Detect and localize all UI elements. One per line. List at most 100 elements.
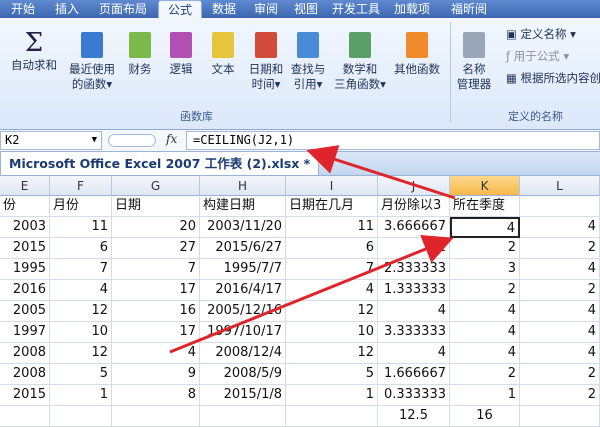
cell-G11[interactable] [112,406,200,427]
cell-I4[interactable]: 7 [286,259,378,280]
cell-K8[interactable]: 4 [450,343,520,364]
column-header-F[interactable]: F [50,176,112,196]
cell-I9[interactable]: 5 [286,364,378,385]
cell-E6[interactable]: 2005 [0,301,50,322]
cell-I11[interactable] [286,406,378,427]
insert-function-icon[interactable]: fx [166,132,177,146]
financial-button[interactable]: 财务 [122,18,158,77]
cell-G9[interactable]: 9 [112,364,200,385]
cell-L9[interactable]: 2 [520,364,600,385]
tab-8[interactable]: 加载项 [386,0,438,18]
cell-E10[interactable]: 2015 [0,385,50,406]
cell-H6[interactable]: 2005/12/16 [200,301,286,322]
cell-E7[interactable]: 1997 [0,322,50,343]
cell-F11[interactable] [50,406,112,427]
tab-4[interactable]: 数据 [202,0,246,18]
cell-L7[interactable]: 4 [520,322,600,343]
cell-L2[interactable]: 4 [520,217,600,238]
tab-5[interactable]: 审阅 [246,0,286,18]
cell-G1[interactable]: 日期 [112,196,200,217]
cell-E1[interactable]: 份 [0,196,50,217]
column-header-J[interactable]: J [378,176,450,196]
cell-F3[interactable]: 6 [50,238,112,259]
cell-H11[interactable] [200,406,286,427]
cell-J9[interactable]: 1.666667 [378,364,450,385]
datetime-button[interactable]: 日期和 时间▾ [246,18,286,92]
name-manager-button[interactable]: 名称 管理器 [452,18,496,92]
workbook-title[interactable]: Microsoft Office Excel 2007 工作表 (2).xlsx… [0,151,320,175]
cell-H4[interactable]: 1995/7/7 [200,259,286,280]
name-box[interactable]: K2 ▼ [0,131,102,150]
cell-L5[interactable]: 2 [520,280,600,301]
cell-L6[interactable]: 4 [520,301,600,322]
cell-I6[interactable]: 12 [286,301,378,322]
cell-I8[interactable]: 12 [286,343,378,364]
column-header-L[interactable]: L [520,176,600,196]
column-header-I[interactable]: I [286,176,378,196]
cell-J7[interactable]: 3.333333 [378,322,450,343]
cell-K7[interactable]: 4 [450,322,520,343]
cell-J5[interactable]: 1.333333 [378,280,450,301]
autosum-button[interactable]: Σ 自动求和 [8,18,60,73]
tab-9[interactable]: 福昕阅 [438,0,500,18]
cell-E3[interactable]: 2015 [0,238,50,259]
cell-I7[interactable]: 10 [286,322,378,343]
cell-L11[interactable] [520,406,600,427]
tab-1[interactable]: 插入 [46,0,88,18]
cell-E11[interactable] [0,406,50,427]
cell-K1[interactable]: 所在季度 [450,196,520,217]
cell-E4[interactable]: 1995 [0,259,50,280]
cell-G4[interactable]: 7 [112,259,200,280]
cell-E9[interactable]: 2008 [0,364,50,385]
cell-G7[interactable]: 17 [112,322,200,343]
cell-F9[interactable]: 5 [50,364,112,385]
column-header-E[interactable]: E [0,176,50,196]
cell-J3[interactable]: 2 [378,238,450,259]
column-header-K[interactable]: K [450,176,520,196]
use-in-formula-button[interactable]: ƒ 用于公式 ▾ [506,48,569,64]
cell-I2[interactable]: 11 [286,217,378,238]
formula-input[interactable]: =CEILING(J2,1) [186,131,600,150]
tab-3[interactable]: 公式 [158,0,202,18]
cell-F2[interactable]: 11 [50,217,112,238]
cell-E2[interactable]: 2003 [0,217,50,238]
formula-bar-resize-handle[interactable] [108,134,156,147]
cell-H1[interactable]: 构建日期 [200,196,286,217]
cell-G3[interactable]: 27 [112,238,200,259]
cell-L1[interactable] [520,196,600,217]
cell-K4[interactable]: 3 [450,259,520,280]
cell-K5[interactable]: 2 [450,280,520,301]
cell-I10[interactable]: 1 [286,385,378,406]
logical-button[interactable]: 逻辑 [163,18,199,77]
cell-H8[interactable]: 2008/12/4 [200,343,286,364]
cell-L10[interactable]: 2 [520,385,600,406]
cell-F7[interactable]: 10 [50,322,112,343]
cell-K11[interactable]: 16 [450,406,520,427]
define-name-button[interactable]: ▣ 定义名称 ▾ [506,26,576,42]
chevron-down-icon[interactable]: ▼ [92,132,97,149]
cell-J4[interactable]: 2.333333 [378,259,450,280]
cell-J6[interactable]: 4 [378,301,450,322]
cell-L4[interactable]: 4 [520,259,600,280]
cell-I5[interactable]: 4 [286,280,378,301]
cell-F8[interactable]: 12 [50,343,112,364]
cell-F10[interactable]: 1 [50,385,112,406]
cell-G2[interactable]: 20 [112,217,200,238]
cell-G5[interactable]: 17 [112,280,200,301]
cell-J10[interactable]: 0.333333 [378,385,450,406]
cell-J8[interactable]: 4 [378,343,450,364]
cell-K3[interactable]: 2 [450,238,520,259]
cell-J2[interactable]: 3.666667 [378,217,450,238]
cell-J1[interactable]: 月份除以3 [378,196,450,217]
cell-H5[interactable]: 2016/4/17 [200,280,286,301]
cell-F4[interactable]: 7 [50,259,112,280]
cell-I1[interactable]: 日期在几月 [286,196,378,217]
cell-F5[interactable]: 4 [50,280,112,301]
text-button[interactable]: 文本 [205,18,241,77]
cell-J11[interactable]: 12.5 [378,406,450,427]
tab-6[interactable]: 视图 [286,0,326,18]
lookup-button[interactable]: 查找与 引用▾ [288,18,328,92]
tab-0[interactable]: 开始 [0,0,46,18]
column-header-H[interactable]: H [200,176,286,196]
cell-K6[interactable]: 4 [450,301,520,322]
